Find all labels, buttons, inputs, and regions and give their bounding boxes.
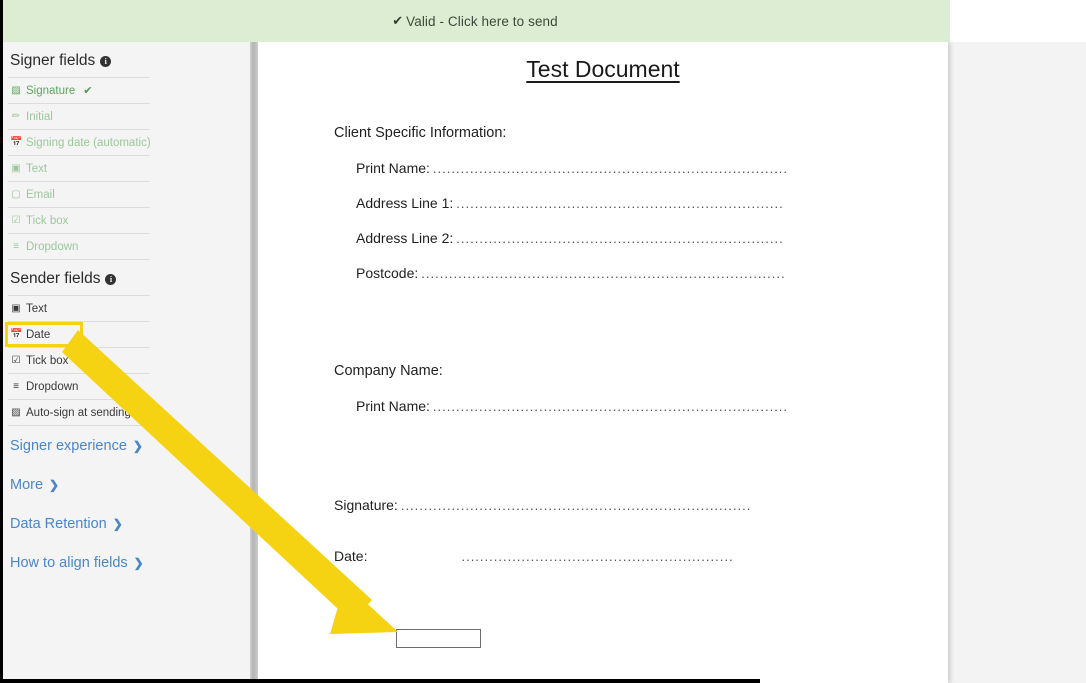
chevron-right-icon: ❯ (49, 478, 60, 492)
form-line-label: Signature: (334, 497, 398, 513)
sender-field-item-dropdown[interactable]: ≡ Dropdown (8, 373, 150, 399)
signature-icon: ▨ (11, 406, 21, 418)
sender-fields-title: Sender fields (10, 270, 101, 287)
form-line-print-name: Print Name: ............................… (356, 160, 948, 176)
field-label: Initial (26, 110, 53, 123)
form-line-label: Postcode: (356, 265, 419, 281)
check-icon: ✔ (392, 13, 404, 28)
status-banner-text: Valid - Click here to send (406, 13, 558, 29)
field-label: Text (26, 162, 48, 175)
field-label: Text (26, 302, 48, 315)
email-icon: ▢ (11, 188, 21, 200)
form-line-date: Date: ..................................… (334, 548, 948, 564)
sender-field-item-date[interactable]: 📅 Date (8, 321, 150, 347)
field-item-text[interactable]: ▣ Text (8, 155, 150, 181)
info-icon[interactable]: i (105, 273, 117, 285)
window-left-border (0, 0, 3, 683)
section-heading-client: Client Specific Information: (334, 125, 507, 141)
text-field-icon: ▣ (11, 302, 21, 314)
form-line-label: Print Name: (356, 398, 430, 414)
form-line-address-2: Address Line 2: ........................… (356, 230, 948, 246)
tick-box-icon: ☑ (11, 214, 21, 226)
sender-field-item-text[interactable]: ▣ Text (8, 295, 150, 321)
field-label: Dropdown (26, 240, 79, 253)
calendar-icon: 📅 (10, 328, 23, 340)
field-item-dropdown[interactable]: ≡ Dropdown (8, 233, 150, 260)
text-field-icon: ▣ (11, 162, 21, 174)
field-label: Auto-sign at sending (26, 406, 131, 419)
form-line-signature: Signature: .............................… (334, 497, 948, 513)
info-icon[interactable]: i (100, 55, 112, 67)
form-line-dots: ........................................… (400, 498, 752, 513)
nav-link-label: How to align fields (10, 555, 128, 571)
chevron-right-icon: ❯ (132, 439, 143, 453)
nav-link-signer-experience[interactable]: Signer experience ❯ (8, 426, 150, 465)
form-line-label: Address Line 2: (356, 230, 454, 246)
vertical-scrollbar[interactable] (250, 42, 258, 683)
placed-date-field[interactable] (396, 629, 481, 648)
fields-sidebar: Signer fields i ▨ Signature ✔ ✏ Initial … (3, 42, 250, 679)
nav-link-label: Signer experience (10, 438, 127, 454)
document-canvas: Test Document Client Specific Informatio… (258, 42, 1086, 683)
field-label: Tick box (26, 354, 69, 367)
form-line-label: Date: (334, 548, 368, 564)
form-line-dots: ........................................… (432, 399, 789, 414)
nav-link-data-retention[interactable]: Data Retention ❯ (8, 504, 150, 543)
calendar-icon: 📅 (10, 136, 23, 148)
window-bottom-border (0, 679, 760, 683)
field-label: Signature (26, 84, 76, 97)
section-heading-company: Company Name: (334, 363, 443, 379)
status-banner[interactable]: ✔ Valid - Click here to send (0, 0, 950, 42)
initial-icon: ✏ (11, 110, 21, 122)
form-line-address-1: Address Line 1: ........................… (356, 195, 948, 211)
document-title: Test Document (526, 56, 680, 82)
nav-link-how-to-align-fields[interactable]: How to align fields ❯ (8, 543, 150, 582)
sender-field-item-auto-sign[interactable]: ▨ Auto-sign at sending i (8, 399, 150, 426)
field-item-signature[interactable]: ▨ Signature ✔ (8, 77, 150, 103)
form-line-dots: ........................................… (456, 196, 784, 211)
nav-link-label: More (10, 477, 44, 493)
form-line-dots: ........................................… (421, 266, 786, 281)
field-item-email[interactable]: ▢ Email (8, 181, 150, 207)
form-line-label: Address Line 1: (356, 195, 454, 211)
nav-link-more[interactable]: More ❯ (8, 465, 150, 504)
signature-icon: ▨ (11, 84, 21, 96)
signer-fields-list: ▨ Signature ✔ ✏ Initial 📅 Signing date (… (8, 77, 151, 260)
form-line-dots: ........................................… (461, 549, 734, 564)
field-label: Signing date (automatic) (26, 136, 151, 149)
field-label: Email (26, 188, 55, 201)
signer-fields-heading: Signer fields i (8, 42, 150, 77)
form-line-company-print-name: Print Name: ............................… (356, 398, 948, 414)
field-item-initial[interactable]: ✏ Initial (8, 103, 150, 129)
dropdown-icon: ≡ (13, 380, 19, 392)
field-label: Dropdown (26, 380, 79, 393)
dropdown-icon: ≡ (13, 240, 19, 252)
field-item-signing-date[interactable]: 📅 Signing date (automatic) (8, 129, 151, 155)
chevron-right-icon: ❯ (112, 517, 123, 531)
form-line-label: Print Name: (356, 160, 430, 176)
form-line-dots: ........................................… (456, 231, 784, 246)
signer-fields-title: Signer fields (10, 52, 96, 69)
info-icon[interactable]: i (139, 407, 150, 419)
nav-link-label: Data Retention (10, 516, 107, 532)
field-item-tick-box[interactable]: ☑ Tick box (8, 207, 150, 233)
form-line-dots: ........................................… (432, 161, 789, 176)
sender-fields-list: ▣ Text 📅 Date ☑ Tick box ≡ Dropdown ▨ Au… (8, 295, 150, 426)
chevron-right-icon: ❯ (133, 556, 144, 570)
document-page: Test Document Client Specific Informatio… (258, 42, 948, 683)
field-label: Tick box (26, 214, 69, 227)
check-icon: ✔ (83, 85, 93, 97)
sender-field-item-tick-box[interactable]: ☑ Tick box (8, 347, 150, 373)
field-label: Date (26, 328, 51, 341)
form-line-postcode: Postcode: ..............................… (356, 265, 948, 281)
tick-box-icon: ☑ (11, 354, 21, 366)
sender-fields-heading: Sender fields i (8, 260, 150, 295)
